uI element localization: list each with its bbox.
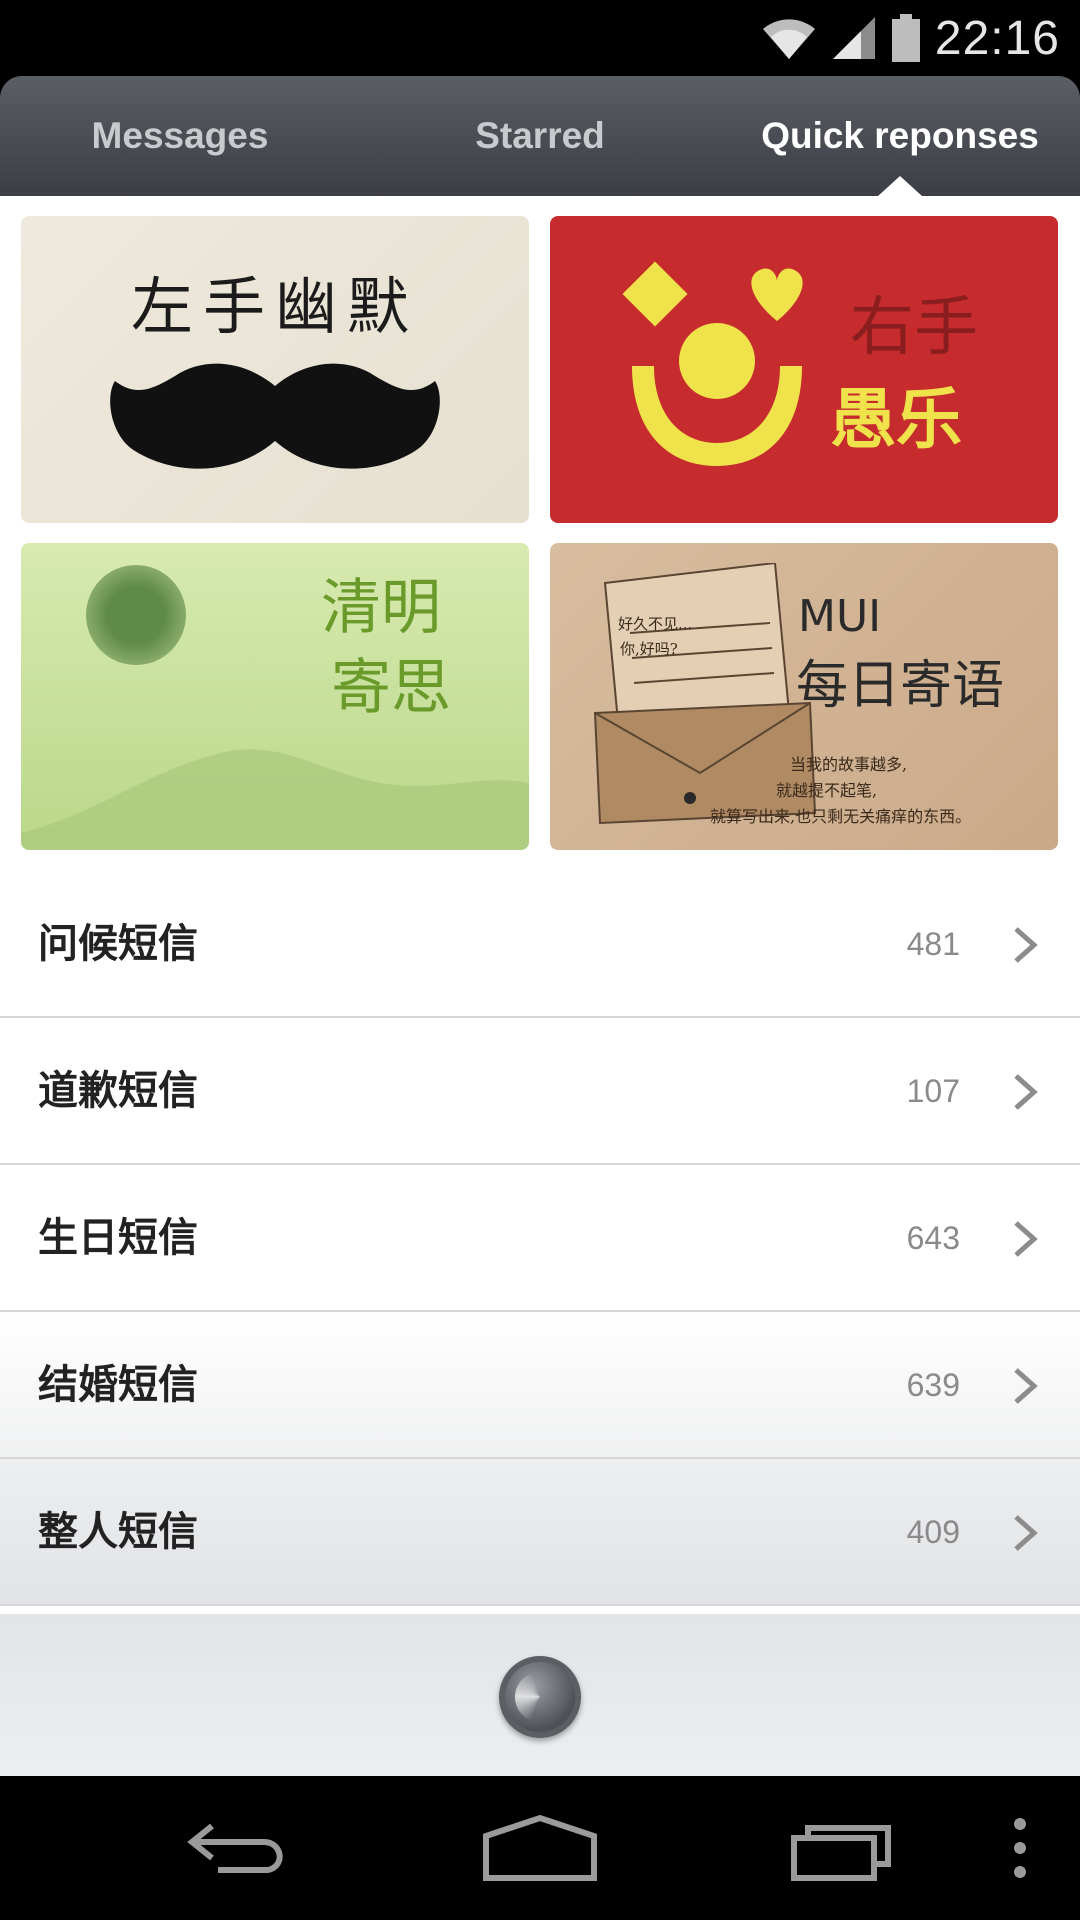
back-icon[interactable] [178,1796,298,1900]
list-item-label: 问候短信 [38,921,198,967]
list-item[interactable]: 结婚短信 639 [0,1312,1080,1459]
signal-icon [832,17,875,59]
list-item[interactable]: 整人短信 409 [0,1459,1080,1606]
banner-daily-letter-line1: 好久不见... [618,615,693,633]
active-tab-indicator [878,176,922,196]
list-item[interactable]: 问候短信 481 [0,871,1080,1018]
chevron-right-icon [1014,1368,1038,1404]
banner-fun-line2: 愚乐 [830,380,962,458]
list-item[interactable]: 道歉短信 107 [0,1018,1080,1165]
list-item-label: 结婚短信 [38,1362,198,1408]
ink-sun-icon [86,565,186,665]
list-item-count: 107 [906,1073,960,1109]
recent-apps-icon[interactable] [780,1796,900,1900]
list-item-label: 生日短信 [38,1215,198,1261]
banner-daily-letter-line2: 你,好吗? [620,640,678,658]
mustache-icon [110,363,440,469]
banner-qingming-line2: 寄思 [331,653,451,723]
banner-daily-note2: 就越提不起笔, [776,781,878,800]
status-time: 22:16 [934,11,1060,65]
banner-daily-note1: 当我的故事越多, [790,755,908,774]
banner-humor[interactable]: 左手幽默 [21,216,529,523]
banner-humor-title: 左手幽默 [130,270,419,343]
category-list: 问候短信 481 道歉短信 107 生日短信 643 结婚短信 639 整人短信… [0,871,1080,1606]
list-item-label: 整人短信 [38,1509,198,1555]
navigation-bar [0,1776,1080,1920]
list-item-count: 481 [906,926,960,962]
banner-daily-brand: MUI [798,591,882,642]
home-icon[interactable] [480,1796,600,1900]
status-bar: 22:16 [0,0,1080,76]
chevron-right-icon [1014,1221,1038,1257]
wifi-icon [762,19,815,59]
clown-face-icon [622,261,803,466]
banner-fun-line1: 右手 [850,291,978,365]
overflow-menu-icon[interactable] [960,1796,1080,1900]
banner-qingming[interactable]: 清明 寄思 [21,543,529,850]
chevron-right-icon [1014,1074,1038,1110]
loading-area [0,1614,1080,1776]
quick-responses-content: 左手幽默 右手 愚乐 清明 寄思 好久不见... 你,好吗? MUI 每日寄语 … [0,196,1080,1776]
banner-daily-title: 每日寄语 [796,656,1005,716]
list-item[interactable]: 生日短信 643 [0,1165,1080,1312]
chevron-right-icon [1014,1515,1038,1551]
banner-daily-message[interactable]: 好久不见... 你,好吗? MUI 每日寄语 当我的故事越多, 就越提不起笔, … [550,543,1058,850]
banner-qingming-line1: 清明 [321,573,441,643]
list-item-label: 道歉短信 [38,1068,198,1114]
chevron-right-icon [1014,927,1038,963]
banner-daily-note3: 就算写出来,也只剩无关痛痒的东西。 [710,807,972,826]
loading-spinner-icon [499,1656,581,1738]
list-item-count: 639 [906,1367,960,1403]
tab-messages[interactable]: Messages [40,76,320,196]
tab-starred[interactable]: Starred [400,76,680,196]
list-item-count: 409 [906,1514,960,1550]
list-item-count: 643 [906,1220,960,1256]
battery-icon [891,14,920,62]
mountain-icon [21,749,529,850]
banner-fun[interactable]: 右手 愚乐 [550,216,1058,523]
